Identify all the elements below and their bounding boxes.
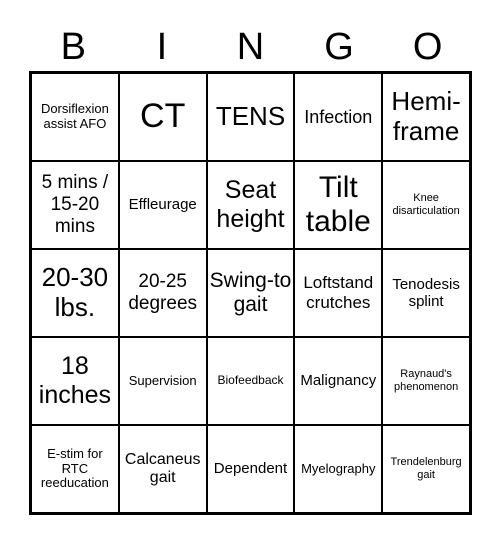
bingo-cell[interactable]: Seat height [206, 161, 295, 249]
bingo-header: B I N G O [29, 22, 472, 72]
bingo-cell[interactable]: 5 mins / 15-20 mins [31, 161, 119, 249]
bingo-cell[interactable]: Hemi-frame [382, 73, 470, 161]
bingo-cell[interactable]: TENS [206, 73, 295, 161]
header-letter-b: B [60, 26, 86, 68]
bingo-cell[interactable]: 20-25 degrees [118, 249, 207, 337]
header-letter-g: G [324, 26, 354, 68]
bingo-grid: Dorsiflexion assist AFO CT TENS Infection He… [29, 71, 472, 515]
header-letter-n: N [236, 26, 265, 68]
bingo-cell[interactable]: Dependent [206, 425, 295, 513]
bingo-cell[interactable]: Dorsiflexion assist AFO [31, 73, 119, 161]
bingo-cell[interactable]: Tenodesis splint [382, 249, 470, 337]
bingo-cell[interactable]: E-stim for RTC reeducation [31, 425, 119, 513]
header-letter-o: O [412, 26, 443, 68]
bingo-cell[interactable]: 20-30 lbs. [31, 249, 119, 337]
bingo-cell[interactable]: Raynaud's phenomenon [382, 337, 470, 425]
bingo-cell[interactable]: Effleurage [118, 161, 207, 249]
bingo-cell[interactable]: Calcaneus gait [118, 425, 207, 513]
bingo-cell[interactable]: Loftstand crutches [294, 249, 383, 337]
bingo-cell[interactable]: Biofeedback [206, 337, 295, 425]
bingo-cell[interactable]: Myelography [294, 425, 383, 513]
bingo-cell[interactable]: Tilt table [294, 161, 383, 249]
bingo-cell[interactable]: Trendelenburg gait [382, 425, 470, 513]
bingo-cell[interactable]: CT [118, 73, 207, 161]
bingo-cell[interactable]: Infection [294, 73, 383, 161]
bingo-cell[interactable]: Malignancy [294, 337, 383, 425]
bingo-cell[interactable]: 18 inches [31, 337, 119, 425]
bingo-cell[interactable]: Knee disarticulation [382, 161, 470, 249]
header-letter-i: I [156, 26, 168, 68]
bingo-cell[interactable]: Swing-to gait [206, 249, 295, 337]
bingo-cell[interactable]: Supervision [118, 337, 207, 425]
